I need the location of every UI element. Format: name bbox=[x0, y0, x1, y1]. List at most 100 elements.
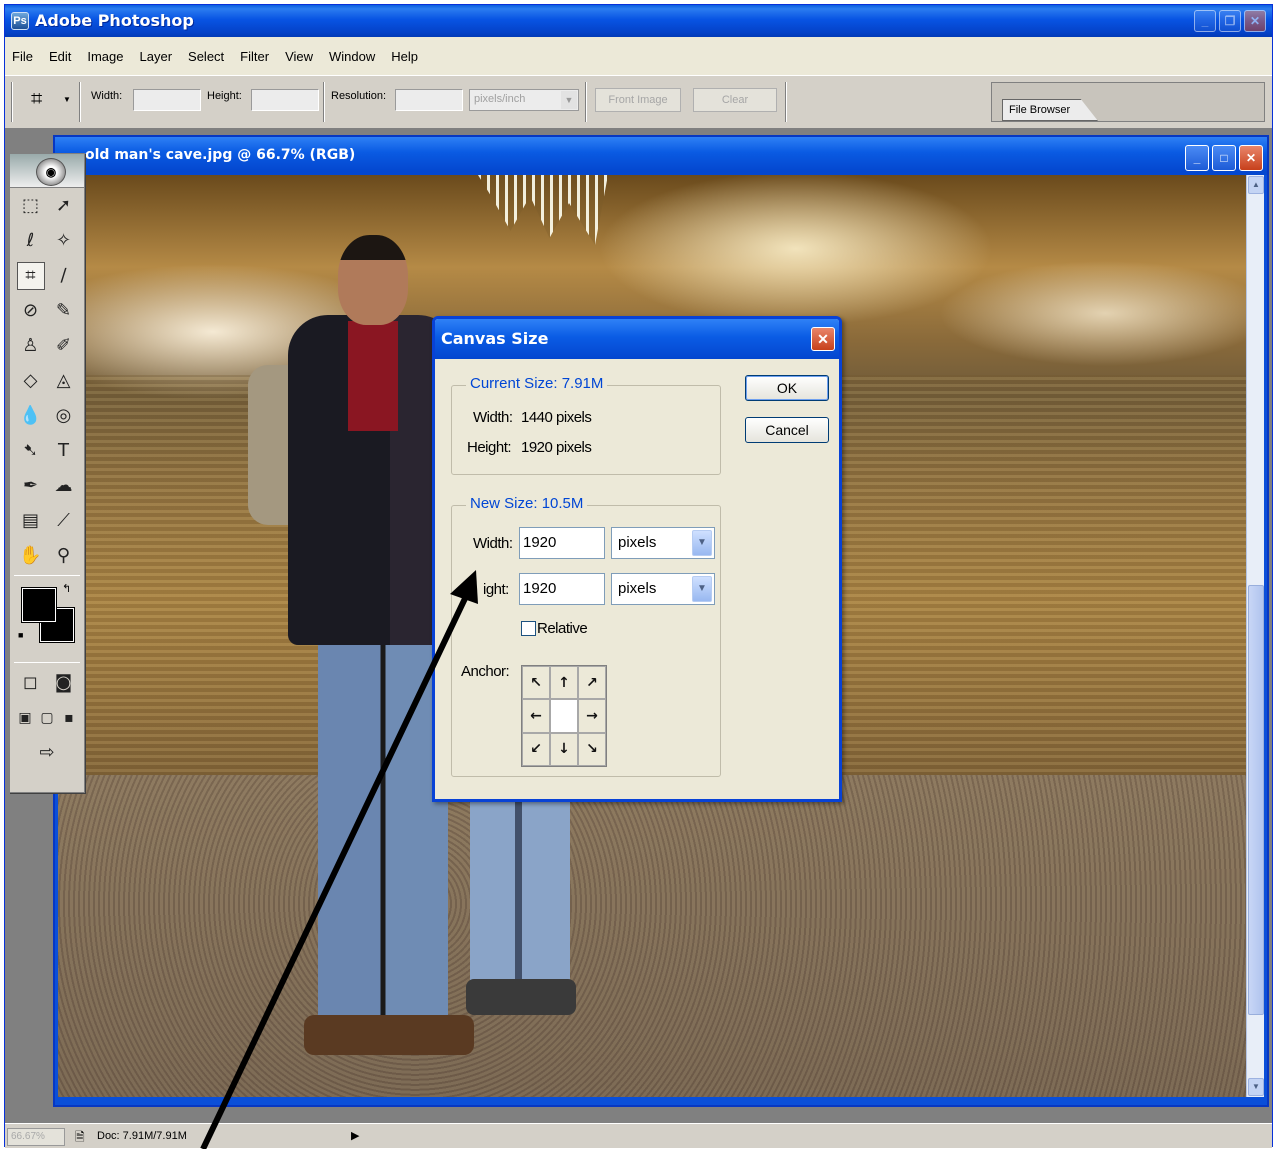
custom-shape-tool-icon[interactable]: ☁ bbox=[50, 472, 78, 500]
options-grip[interactable] bbox=[11, 82, 13, 122]
tool-preset-dropdown-icon[interactable]: ▼ bbox=[63, 95, 71, 104]
anchor-right-icon[interactable]: → bbox=[578, 699, 606, 733]
document-titlebar[interactable]: old man's cave.jpg @ 66.7% (RGB) _ □ ✕ bbox=[55, 137, 1267, 175]
new-size-legend: New Size: 10.5M bbox=[466, 495, 588, 512]
full-screen-mode-icon[interactable]: ▪ bbox=[58, 704, 80, 732]
anchor-bottom-icon[interactable]: ↓ bbox=[550, 732, 578, 766]
lasso-tool-icon[interactable]: ℓ bbox=[17, 227, 45, 255]
width-input[interactable] bbox=[133, 89, 201, 111]
anchor-bottom-left-icon[interactable]: ↙ bbox=[522, 732, 550, 766]
new-width-input[interactable]: 1920 bbox=[519, 527, 605, 559]
eraser-tool-icon[interactable]: ◇ bbox=[17, 367, 45, 395]
cancel-button[interactable]: Cancel bbox=[745, 417, 829, 443]
swap-colors-icon[interactable]: ↰ bbox=[62, 582, 71, 595]
anchor-bottom-right-icon[interactable]: ↘ bbox=[578, 732, 606, 766]
resolution-input[interactable] bbox=[395, 89, 463, 111]
photo-man-boots bbox=[304, 1015, 474, 1055]
scroll-thumb[interactable] bbox=[1248, 585, 1264, 1015]
tool-row: ⬚ ➚ bbox=[10, 188, 84, 223]
paint-bucket-tool-icon[interactable]: ◬ bbox=[50, 367, 78, 395]
doc-close-button[interactable]: ✕ bbox=[1239, 145, 1263, 171]
menu-filter[interactable]: Filter bbox=[239, 49, 270, 64]
marquee-tool-icon[interactable]: ⬚ bbox=[17, 192, 45, 220]
scroll-up-icon[interactable]: ▲ bbox=[1248, 176, 1264, 194]
anchor-top-right-icon[interactable]: ↗ bbox=[578, 666, 606, 700]
new-height-label: ight: bbox=[483, 581, 509, 598]
menu-layer[interactable]: Layer bbox=[139, 49, 174, 64]
menu-help[interactable]: Help bbox=[390, 49, 419, 64]
standard-screen-mode-icon[interactable]: ▣ bbox=[14, 704, 36, 732]
pen-tool-icon[interactable]: ✒ bbox=[17, 472, 45, 500]
options-divider bbox=[585, 82, 587, 122]
anchor-top-left-icon[interactable]: ↖ bbox=[522, 666, 550, 700]
dialog-close-button[interactable]: ✕ bbox=[811, 327, 835, 351]
menu-image[interactable]: Image bbox=[86, 49, 124, 64]
menu-window[interactable]: Window bbox=[328, 49, 376, 64]
front-image-button[interactable]: Front Image bbox=[595, 88, 681, 112]
document-icon: 🗎 bbox=[75, 1130, 85, 1144]
anchor-top-icon[interactable]: ↑ bbox=[550, 666, 578, 700]
toolbox-divider bbox=[14, 662, 80, 663]
menu-edit[interactable]: Edit bbox=[48, 49, 72, 64]
clone-stamp-tool-icon[interactable]: ♙ bbox=[17, 332, 45, 360]
quick-mask-mode-icon[interactable]: ◙ bbox=[50, 669, 78, 697]
default-colors-icon[interactable]: ■ bbox=[18, 630, 23, 640]
hand-tool-icon[interactable]: ✋ bbox=[17, 542, 45, 570]
jump-to-imageready-icon[interactable]: ⇨ bbox=[33, 739, 61, 767]
restore-button[interactable]: ❐ bbox=[1219, 10, 1241, 32]
move-tool-icon[interactable]: ➚ bbox=[50, 192, 78, 220]
new-height-input[interactable]: 1920 bbox=[519, 573, 605, 605]
scroll-down-icon[interactable]: ▼ bbox=[1248, 1078, 1264, 1096]
relative-label[interactable]: Relative bbox=[537, 620, 588, 637]
photoshop-app-icon[interactable]: Ps bbox=[11, 12, 29, 30]
brush-tool-icon[interactable]: ✎ bbox=[50, 297, 78, 325]
crop-tool-icon[interactable]: ⌗ bbox=[31, 88, 42, 111]
new-width-unit-select[interactable]: pixels ▼ bbox=[611, 527, 715, 559]
anchor-center[interactable] bbox=[550, 699, 578, 733]
full-screen-menu-mode-icon[interactable]: ▢ bbox=[36, 704, 58, 732]
standard-mode-icon[interactable]: ◻ bbox=[17, 669, 45, 697]
relative-checkbox[interactable] bbox=[521, 621, 536, 636]
close-button[interactable]: ✕ bbox=[1244, 10, 1266, 32]
vertical-scrollbar[interactable]: ▲ ▼ bbox=[1246, 175, 1264, 1097]
type-tool-icon[interactable]: T bbox=[50, 437, 78, 465]
menu-view[interactable]: View bbox=[284, 49, 314, 64]
zoom-tool-icon[interactable]: ⚲ bbox=[50, 542, 78, 570]
app-titlebar[interactable]: Ps Adobe Photoshop _ ❐ ✕ bbox=[5, 5, 1272, 37]
minimize-button[interactable]: _ bbox=[1194, 10, 1216, 32]
palette-well: File Browser bbox=[991, 82, 1265, 122]
new-width-unit-value: pixels bbox=[618, 534, 657, 551]
toolbox-header[interactable]: ◉ bbox=[10, 154, 84, 188]
anchor-left-icon[interactable]: ← bbox=[522, 699, 550, 733]
height-label: Height: bbox=[207, 90, 242, 102]
doc-maximize-button[interactable]: □ bbox=[1212, 145, 1236, 171]
ok-button[interactable]: OK bbox=[745, 375, 829, 401]
resolution-unit-select[interactable]: pixels/inch ▼ bbox=[469, 89, 579, 111]
dodge-tool-icon[interactable]: ◎ bbox=[50, 402, 78, 430]
menu-select[interactable]: Select bbox=[187, 49, 225, 64]
chevron-down-icon: ▼ bbox=[692, 576, 712, 602]
menu-file[interactable]: File bbox=[11, 49, 34, 64]
current-width-value: 1440 pixels bbox=[521, 409, 592, 426]
history-brush-tool-icon[interactable]: ✐ bbox=[50, 332, 78, 360]
path-selection-tool-icon[interactable]: ➷ bbox=[17, 437, 45, 465]
zoom-level-field[interactable]: 66.67% bbox=[7, 1128, 65, 1146]
dialog-titlebar[interactable]: Canvas Size ✕ bbox=[435, 319, 839, 359]
slice-tool-icon[interactable]: ∕ bbox=[50, 262, 78, 290]
file-browser-tab[interactable]: File Browser bbox=[1002, 99, 1098, 121]
eyedropper-tool-icon[interactable]: ⟋ bbox=[50, 507, 78, 535]
height-input[interactable] bbox=[251, 89, 319, 111]
notes-tool-icon[interactable]: ▤ bbox=[17, 507, 45, 535]
healing-brush-tool-icon[interactable]: ⊘ bbox=[17, 297, 45, 325]
magic-wand-tool-icon[interactable]: ✧ bbox=[50, 227, 78, 255]
status-menu-arrow-icon[interactable]: ▶ bbox=[351, 1129, 359, 1142]
tool-row: ▣ ▢ ▪ bbox=[10, 700, 84, 735]
status-bar: 66.67% 🗎 Doc: 7.91M/7.91M ▶ bbox=[5, 1123, 1272, 1148]
crop-tool-icon[interactable]: ⌗ bbox=[16, 261, 45, 290]
foreground-color-swatch[interactable] bbox=[21, 587, 57, 623]
clear-button[interactable]: Clear bbox=[693, 88, 777, 112]
photoshop-eye-logo[interactable]: ◉ bbox=[36, 158, 66, 186]
new-height-unit-select[interactable]: pixels ▼ bbox=[611, 573, 715, 605]
blur-tool-icon[interactable]: 💧 bbox=[17, 402, 45, 430]
doc-minimize-button[interactable]: _ bbox=[1185, 145, 1209, 171]
